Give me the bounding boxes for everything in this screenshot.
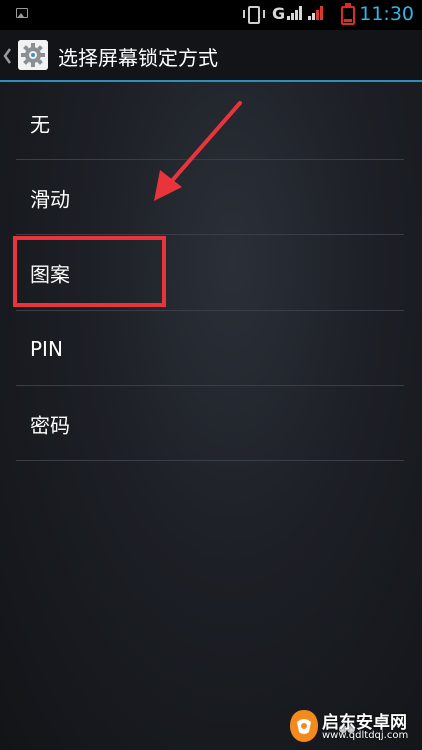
- list-item-none[interactable]: 无: [0, 85, 422, 160]
- settings-icon[interactable]: [18, 40, 48, 70]
- status-bar: G 11:30: [0, 0, 422, 30]
- status-time: 11:30: [359, 3, 414, 25]
- vibrate-icon: [243, 6, 265, 24]
- watermark-logo-icon: [290, 710, 318, 742]
- battery-icon: [341, 3, 355, 25]
- highlight-box: [13, 236, 166, 307]
- watermark: 启东安卓网 www.qdltdqj.com: [288, 706, 418, 746]
- divider: [16, 460, 404, 461]
- network-type: G: [272, 4, 286, 23]
- signal-icon: [308, 5, 324, 20]
- signal-icon: [287, 5, 303, 20]
- list-item-password[interactable]: 密码: [0, 386, 422, 461]
- list-item-label: 密码: [30, 413, 70, 437]
- list-item-label: 无: [30, 112, 50, 136]
- list-item-slide[interactable]: 滑动: [0, 160, 422, 235]
- list-item-label: 滑动: [30, 187, 70, 211]
- chevron-left-icon[interactable]: [3, 46, 13, 66]
- page-title: 选择屏幕锁定方式: [58, 46, 218, 70]
- gallery-icon: [16, 8, 28, 18]
- list-item-pin[interactable]: PIN: [0, 311, 422, 386]
- action-bar-divider: [0, 80, 422, 82]
- list-item-label: PIN: [30, 336, 63, 361]
- watermark-url: www.qdltdqj.com: [322, 730, 409, 741]
